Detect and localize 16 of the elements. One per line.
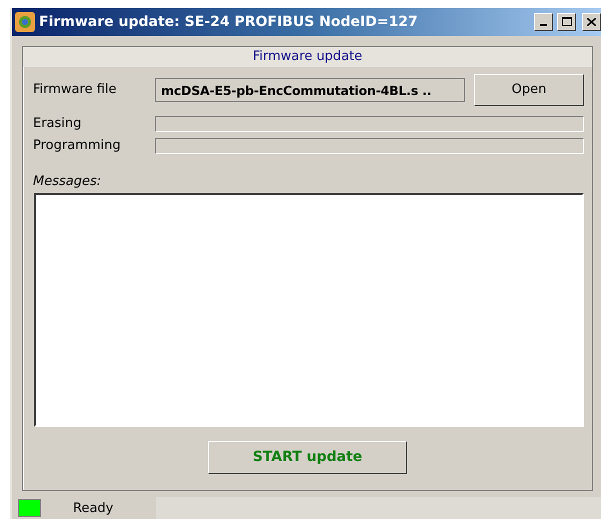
group-title: Firmware update (23, 46, 592, 67)
status-indicator (18, 499, 41, 518)
minimize-button[interactable] (534, 12, 553, 31)
maximize-icon (562, 17, 572, 26)
close-button[interactable] (582, 12, 601, 31)
progress-label: Erasing (33, 116, 82, 132)
field-label: Firmware file (33, 82, 118, 98)
maximize-button[interactable] (557, 12, 576, 31)
messages-label: Messages: (32, 174, 102, 189)
close-icon (587, 18, 596, 26)
window-title: Firmware update: SE-24 PROFIBUS NodeID=127 (39, 14, 419, 30)
open-button[interactable]: Open (474, 74, 584, 106)
status-text: Ready (73, 500, 114, 516)
progress-label: Programming (33, 138, 122, 154)
minimize-icon (540, 24, 547, 26)
file-field[interactable]: mcDSA-E5-pb-EncCommutation-4BL.s .. (155, 78, 465, 102)
